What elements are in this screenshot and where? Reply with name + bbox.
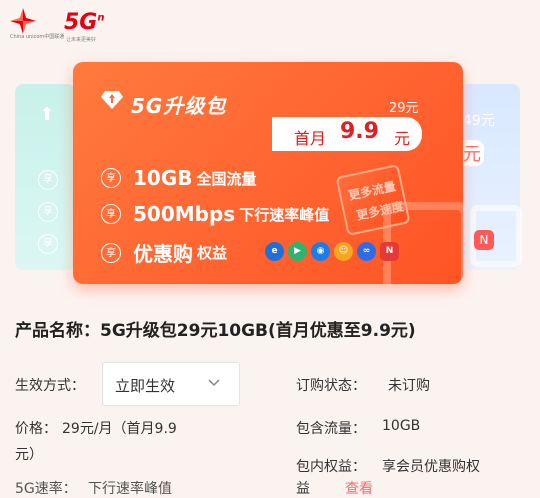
- effect-select[interactable]: 立即生效: [102, 362, 240, 406]
- package-title: 5G升级包: [131, 94, 227, 118]
- original-price: 29元: [389, 101, 419, 116]
- cloud-icon: ∞: [357, 242, 376, 261]
- brand-slogan: 让未来更美好: [66, 37, 97, 43]
- first-month-price-box: 首月 9.9 元: [272, 117, 422, 151]
- order-status-label: 订购状态：: [296, 378, 366, 394]
- feature-desc: 全国流量: [196, 169, 257, 188]
- right-card-first-price: 元: [460, 140, 484, 166]
- feature-flow: 享 10GB 全国流量: [101, 166, 257, 190]
- rights-label: 包内权益：: [296, 459, 366, 475]
- enjoy-icon: 享: [38, 170, 58, 190]
- enjoy-icon: 享: [101, 168, 121, 188]
- flow-value: 10GB: [382, 418, 421, 434]
- netease-icon: N: [380, 242, 399, 261]
- enjoy-icon: 享: [101, 204, 121, 224]
- enjoy-icon: 享: [101, 242, 121, 263]
- play-icon: ▶: [288, 242, 307, 261]
- feature-desc: 权益: [197, 244, 228, 262]
- chevron-down-icon: [208, 379, 220, 387]
- price-label: 价格：: [15, 421, 57, 437]
- speed-value: 下行速率峰值: [88, 481, 172, 497]
- china-unicom-logo: China unicom中国联通 5Gn 让未来更美好: [10, 8, 120, 44]
- speed-label: 5G速率：: [15, 481, 77, 497]
- partner-apps: e ▶ ◉ ☺ ∞ N: [265, 242, 403, 261]
- e-icon: e: [265, 242, 284, 261]
- right-card-price: 49元: [463, 113, 495, 129]
- effect-selected-value: 立即生效: [115, 377, 176, 395]
- eye-icon: ◉: [311, 242, 330, 261]
- smile-icon: ☺: [334, 242, 353, 261]
- enjoy-icon: 享: [38, 202, 58, 222]
- diamond-icon: [101, 88, 123, 110]
- brand-5g: 5Gn: [64, 10, 105, 35]
- package-card-main[interactable]: 更多流量 更多速度 5G升级包 29元 首月 9.9 元 享 10GB 全国流量…: [73, 62, 463, 284]
- feature-speed: 享 500Mbps 下行速率峰值: [101, 202, 329, 226]
- price-value: 29元/月（首月9.9: [62, 421, 177, 437]
- rights-value-cont: 益: [296, 481, 310, 497]
- first-month-unit: 元: [394, 129, 411, 148]
- order-status-value: 未订购: [388, 378, 430, 394]
- rights-value: 享会员优惠购权: [382, 459, 480, 475]
- price-value-cont: 元）: [15, 447, 43, 463]
- unicom-knot-icon: [10, 8, 36, 34]
- enjoy-icon: 享: [38, 234, 58, 254]
- feature-value: 10GB: [133, 166, 193, 190]
- product-name: 产品名称：5G升级包29元10GB(首月优惠至9.9元): [15, 321, 416, 341]
- feature-rights: 享 优惠购 权益: [101, 238, 227, 267]
- netease-icon: N: [474, 230, 494, 250]
- feature-desc: 下行速率峰值: [239, 205, 330, 224]
- feature-value: 优惠购: [133, 242, 193, 266]
- brand-name: China unicom中国联通: [10, 34, 65, 40]
- first-month-label: 首月: [294, 129, 327, 148]
- flow-label: 包含流量：: [296, 421, 366, 437]
- first-month-price: 9.9: [340, 119, 379, 144]
- effect-label: 生效方式：: [15, 378, 85, 394]
- view-link[interactable]: 查看: [345, 478, 373, 498]
- diamond-icon: ⬆: [39, 104, 55, 125]
- feature-value: 500Mbps: [133, 202, 236, 226]
